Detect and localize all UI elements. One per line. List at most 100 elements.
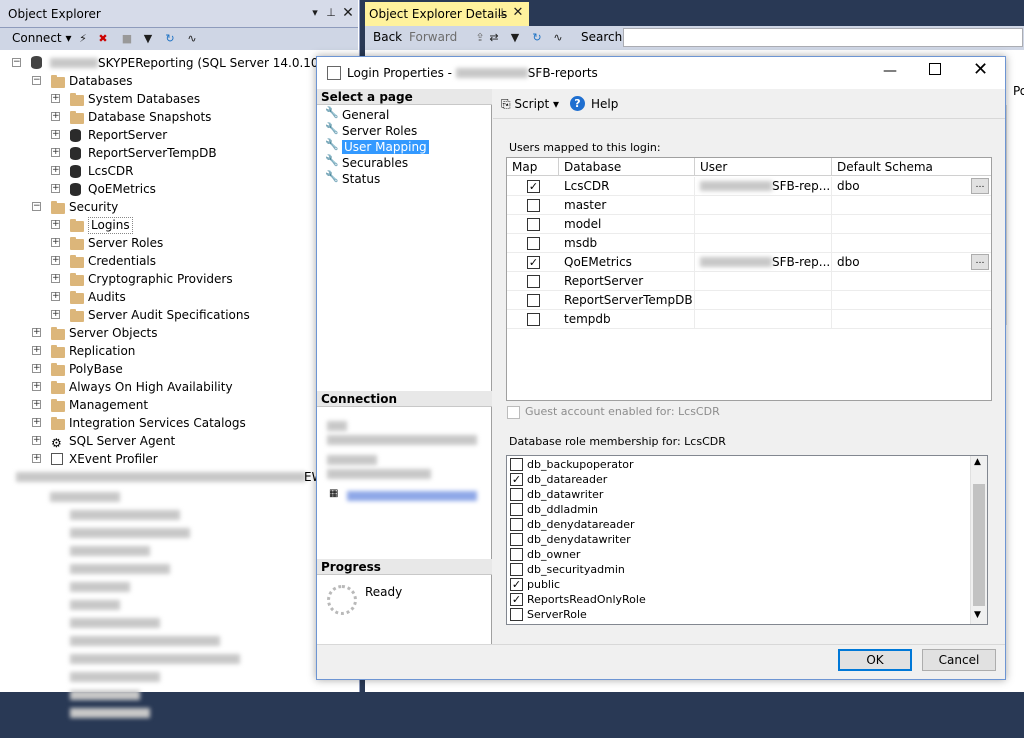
scroll-down-icon[interactable]: ▼ [974, 610, 981, 620]
guest-account-checkbox[interactable] [507, 406, 520, 419]
login-properties-dialog: Login Properties - SFB-reports — ✕ Selec… [316, 56, 1006, 680]
table-row[interactable]: ReportServer [507, 272, 991, 291]
table-row[interactable]: ReportServerTempDB [507, 291, 991, 310]
minimize-icon[interactable]: — [883, 63, 897, 79]
folder-icon [51, 417, 65, 430]
connect-button[interactable]: Connect ▾ [12, 31, 71, 45]
object-explorer-panel: Object Explorer ▾ ⊥ ✕ Connect ▾ ⚡ ✖ ■ ▼ … [0, 0, 360, 718]
pin-icon[interactable]: ⊥ [495, 6, 509, 20]
col-user[interactable]: User [695, 158, 832, 176]
close-tab-icon[interactable]: ✕ [511, 6, 525, 20]
refresh-icon[interactable]: ↻ [163, 32, 177, 46]
connection-header: Connection [317, 391, 492, 407]
map-checkbox[interactable] [527, 237, 540, 250]
activity-monitor-icon[interactable]: ∿ [185, 32, 199, 46]
database-icon [70, 147, 81, 160]
table-row[interactable]: ✓ LcsCDR SFB-rep... dbo … [507, 177, 991, 196]
folder-icon [51, 399, 65, 412]
wrench-icon: 🔧 [325, 122, 339, 135]
sync-icon[interactable]: ⇪ [473, 31, 487, 45]
folder-icon [70, 291, 84, 304]
refresh-icon[interactable]: ↻ [530, 31, 544, 45]
progress-spinner-icon [327, 585, 357, 615]
map-checkbox[interactable]: ✓ [527, 256, 540, 269]
filter-icon[interactable]: ▼ [508, 31, 522, 45]
table-row[interactable]: msdb [507, 234, 991, 253]
stop-icon[interactable]: ■ [120, 32, 134, 46]
search-label: Search [581, 30, 623, 44]
folder-icon [70, 237, 84, 250]
pin-icon[interactable]: ⊥ [324, 6, 338, 20]
object-explorer-toolbar: Connect ▾ ⚡ ✖ ■ ▼ ↻ ∿ [0, 28, 358, 50]
browse-schema-button[interactable]: … [971, 178, 989, 194]
col-map[interactable]: Map [507, 158, 559, 176]
profiler-icon [51, 453, 63, 465]
object-explorer-details-tab[interactable]: Object Explorer Details ⊥ ✕ [365, 2, 529, 26]
connect-plug-icon[interactable]: ⚡ [76, 32, 90, 46]
page-general[interactable]: 🔧 General [325, 107, 389, 123]
back-button[interactable]: Back [373, 30, 402, 44]
disconnect-icon[interactable]: ✖ [96, 32, 110, 46]
search-input[interactable] [623, 28, 1023, 47]
dialog-left-pane: Select a page 🔧 General 🔧 Server Roles 🔧 Us… [317, 89, 492, 644]
filter-icon[interactable]: ▼ [141, 32, 155, 46]
users-mapped-label: Users mapped to this login: [509, 141, 661, 154]
dialog-toolbar: ⎘ Script ▾ ? Help [493, 89, 1005, 119]
swap-icon[interactable]: ⇄ [487, 31, 501, 45]
dropdown-icon[interactable]: ▾ [308, 6, 322, 20]
table-row[interactable]: ✓ QoEMetrics SFB-rep... dbo … [507, 253, 991, 272]
ok-button[interactable]: OK [838, 649, 912, 671]
wrench-icon: 🔧 [325, 170, 339, 183]
browse-schema-button[interactable]: … [971, 254, 989, 270]
map-checkbox[interactable] [527, 218, 540, 231]
roles-scrollbar[interactable]: ▲ ▼ [970, 456, 987, 624]
col-database[interactable]: Database [559, 158, 695, 176]
footer-divider [317, 644, 1005, 645]
database-icon [70, 129, 81, 142]
user-mapping-grid: Map Database User Default Schema ✓ LcsCD… [506, 157, 992, 401]
activity-icon[interactable]: ∿ [551, 31, 565, 45]
progress-status: Ready [365, 585, 403, 599]
folder-icon [51, 75, 65, 88]
close-icon[interactable]: ✕ [341, 6, 355, 20]
script-button[interactable]: ⎘ Script ▾ [501, 97, 559, 112]
folder-icon [70, 93, 84, 106]
server-node[interactable]: − SKYPEReporting (SQL Server 14.0.100 [12, 54, 358, 72]
object-explorer-title: Object Explorer [8, 7, 101, 21]
object-explorer-titlebar: Object Explorer ▾ ⊥ ✕ [0, 0, 358, 28]
map-checkbox[interactable] [527, 275, 540, 288]
page-securables[interactable]: 🔧 Securables [325, 155, 408, 171]
forward-button[interactable]: Forward [409, 30, 457, 44]
col-default-schema[interactable]: Default Schema [832, 158, 991, 176]
wrench-icon: 🔧 [325, 138, 339, 151]
close-icon[interactable]: ✕ [973, 59, 988, 80]
table-row[interactable]: master [507, 196, 991, 215]
connection-properties-icon: ▦ [329, 488, 339, 499]
help-icon[interactable]: ? [570, 96, 585, 111]
folder-icon [51, 345, 65, 358]
folder-icon [70, 255, 84, 268]
page-server-roles[interactable]: 🔧 Server Roles [325, 123, 417, 139]
map-checkbox[interactable] [527, 313, 540, 326]
agent-icon: ⚙ [51, 436, 62, 450]
details-toolbar: Back Forward ⇪ ⇄ ▼ ↻ ∿ Search [365, 26, 1024, 50]
select-page-header: Select a page [317, 89, 492, 105]
details-divider [1006, 105, 1024, 325]
dialog-title: Login Properties - SFB-reports [347, 66, 598, 80]
map-checkbox[interactable] [527, 294, 540, 307]
folder-icon [70, 309, 84, 322]
map-checkbox[interactable]: ✓ [527, 180, 540, 193]
cancel-button[interactable]: Cancel [922, 649, 996, 671]
progress-header: Progress [317, 559, 492, 575]
help-button[interactable]: Help [591, 97, 618, 111]
wrench-icon: 🔧 [325, 154, 339, 167]
table-row[interactable]: model [507, 215, 991, 234]
scroll-up-icon[interactable]: ▲ [974, 457, 981, 467]
page-user-mapping[interactable]: 🔧 User Mapping [325, 139, 429, 155]
maximize-icon[interactable] [929, 63, 941, 75]
page-status[interactable]: 🔧 Status [325, 171, 380, 187]
table-row[interactable]: tempdb [507, 310, 991, 329]
map-checkbox[interactable] [527, 199, 540, 212]
blurred-server-node[interactable]: EW [12, 468, 358, 486]
scroll-thumb[interactable] [973, 484, 985, 606]
